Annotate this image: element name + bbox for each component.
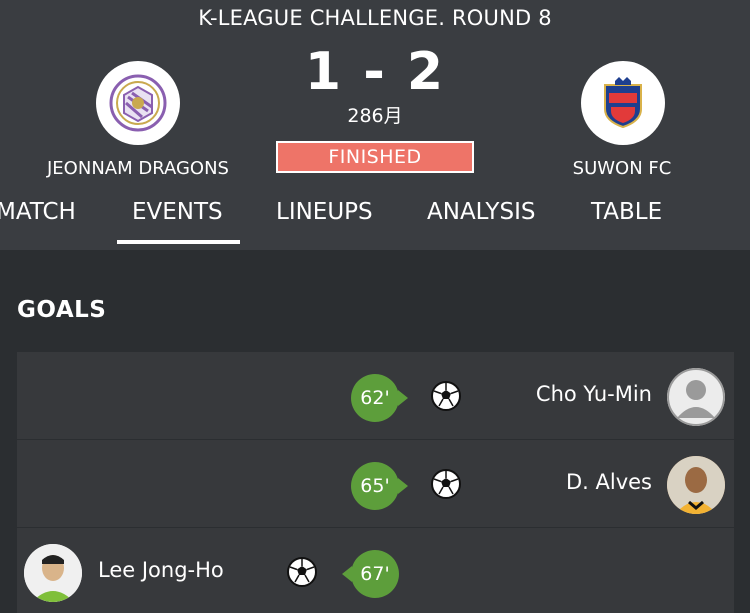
active-tab-indicator: [117, 240, 240, 244]
default-user-icon: [667, 368, 725, 426]
player-name[interactable]: D. Alves: [566, 470, 652, 494]
soccer-ball-icon: [287, 557, 317, 587]
player-avatar[interactable]: [24, 544, 82, 602]
round-title: K-LEAGUE CHALLENGE. ROUND 8: [198, 6, 552, 30]
soccer-ball-icon: [431, 381, 461, 411]
player-photo-icon: [24, 544, 82, 602]
player-avatar[interactable]: [667, 368, 725, 426]
soccer-ball-icon: [431, 469, 461, 499]
match-header: K-LEAGUE CHALLENGE. ROUND 8 JEONNAM DRAG…: [0, 0, 750, 250]
player-avatar[interactable]: [667, 456, 725, 514]
goal-event-row[interactable]: 65' D. Alves: [17, 440, 734, 528]
tab-analysis[interactable]: ANALYSIS: [427, 199, 535, 225]
goal-event-row[interactable]: 62' Cho Yu-Min: [17, 352, 734, 440]
away-team-logo[interactable]: [581, 61, 665, 145]
status-badge: FINISHED: [276, 141, 474, 173]
tab-lineups[interactable]: LINEUPS: [276, 199, 373, 225]
home-team-name[interactable]: JEONNAM DRAGONS: [18, 158, 258, 179]
goals-list: 62' Cho Yu-Min 65' D. Alves Lee Jong-Ho …: [17, 352, 734, 613]
goal-minute-badge: 67': [342, 550, 399, 598]
away-team-name[interactable]: SUWON FC: [502, 158, 742, 179]
goal-minute-badge: 65': [351, 462, 408, 510]
goal-minute-badge: 62': [351, 374, 408, 422]
suwon-fc-crest-icon: [604, 77, 642, 129]
tab-match[interactable]: MATCH: [0, 199, 76, 225]
player-name[interactable]: Cho Yu-Min: [536, 382, 652, 406]
tab-bar: MATCH EVENTS LINEUPS ANALYSIS TABLE: [0, 196, 750, 250]
player-name[interactable]: Lee Jong-Ho: [98, 558, 224, 582]
tab-table[interactable]: TABLE: [591, 199, 662, 225]
tab-events[interactable]: EVENTS: [132, 199, 223, 225]
goal-event-row[interactable]: Lee Jong-Ho 67': [17, 528, 734, 613]
player-photo-icon: [667, 456, 725, 514]
goals-section-title: GOALS: [17, 297, 107, 323]
